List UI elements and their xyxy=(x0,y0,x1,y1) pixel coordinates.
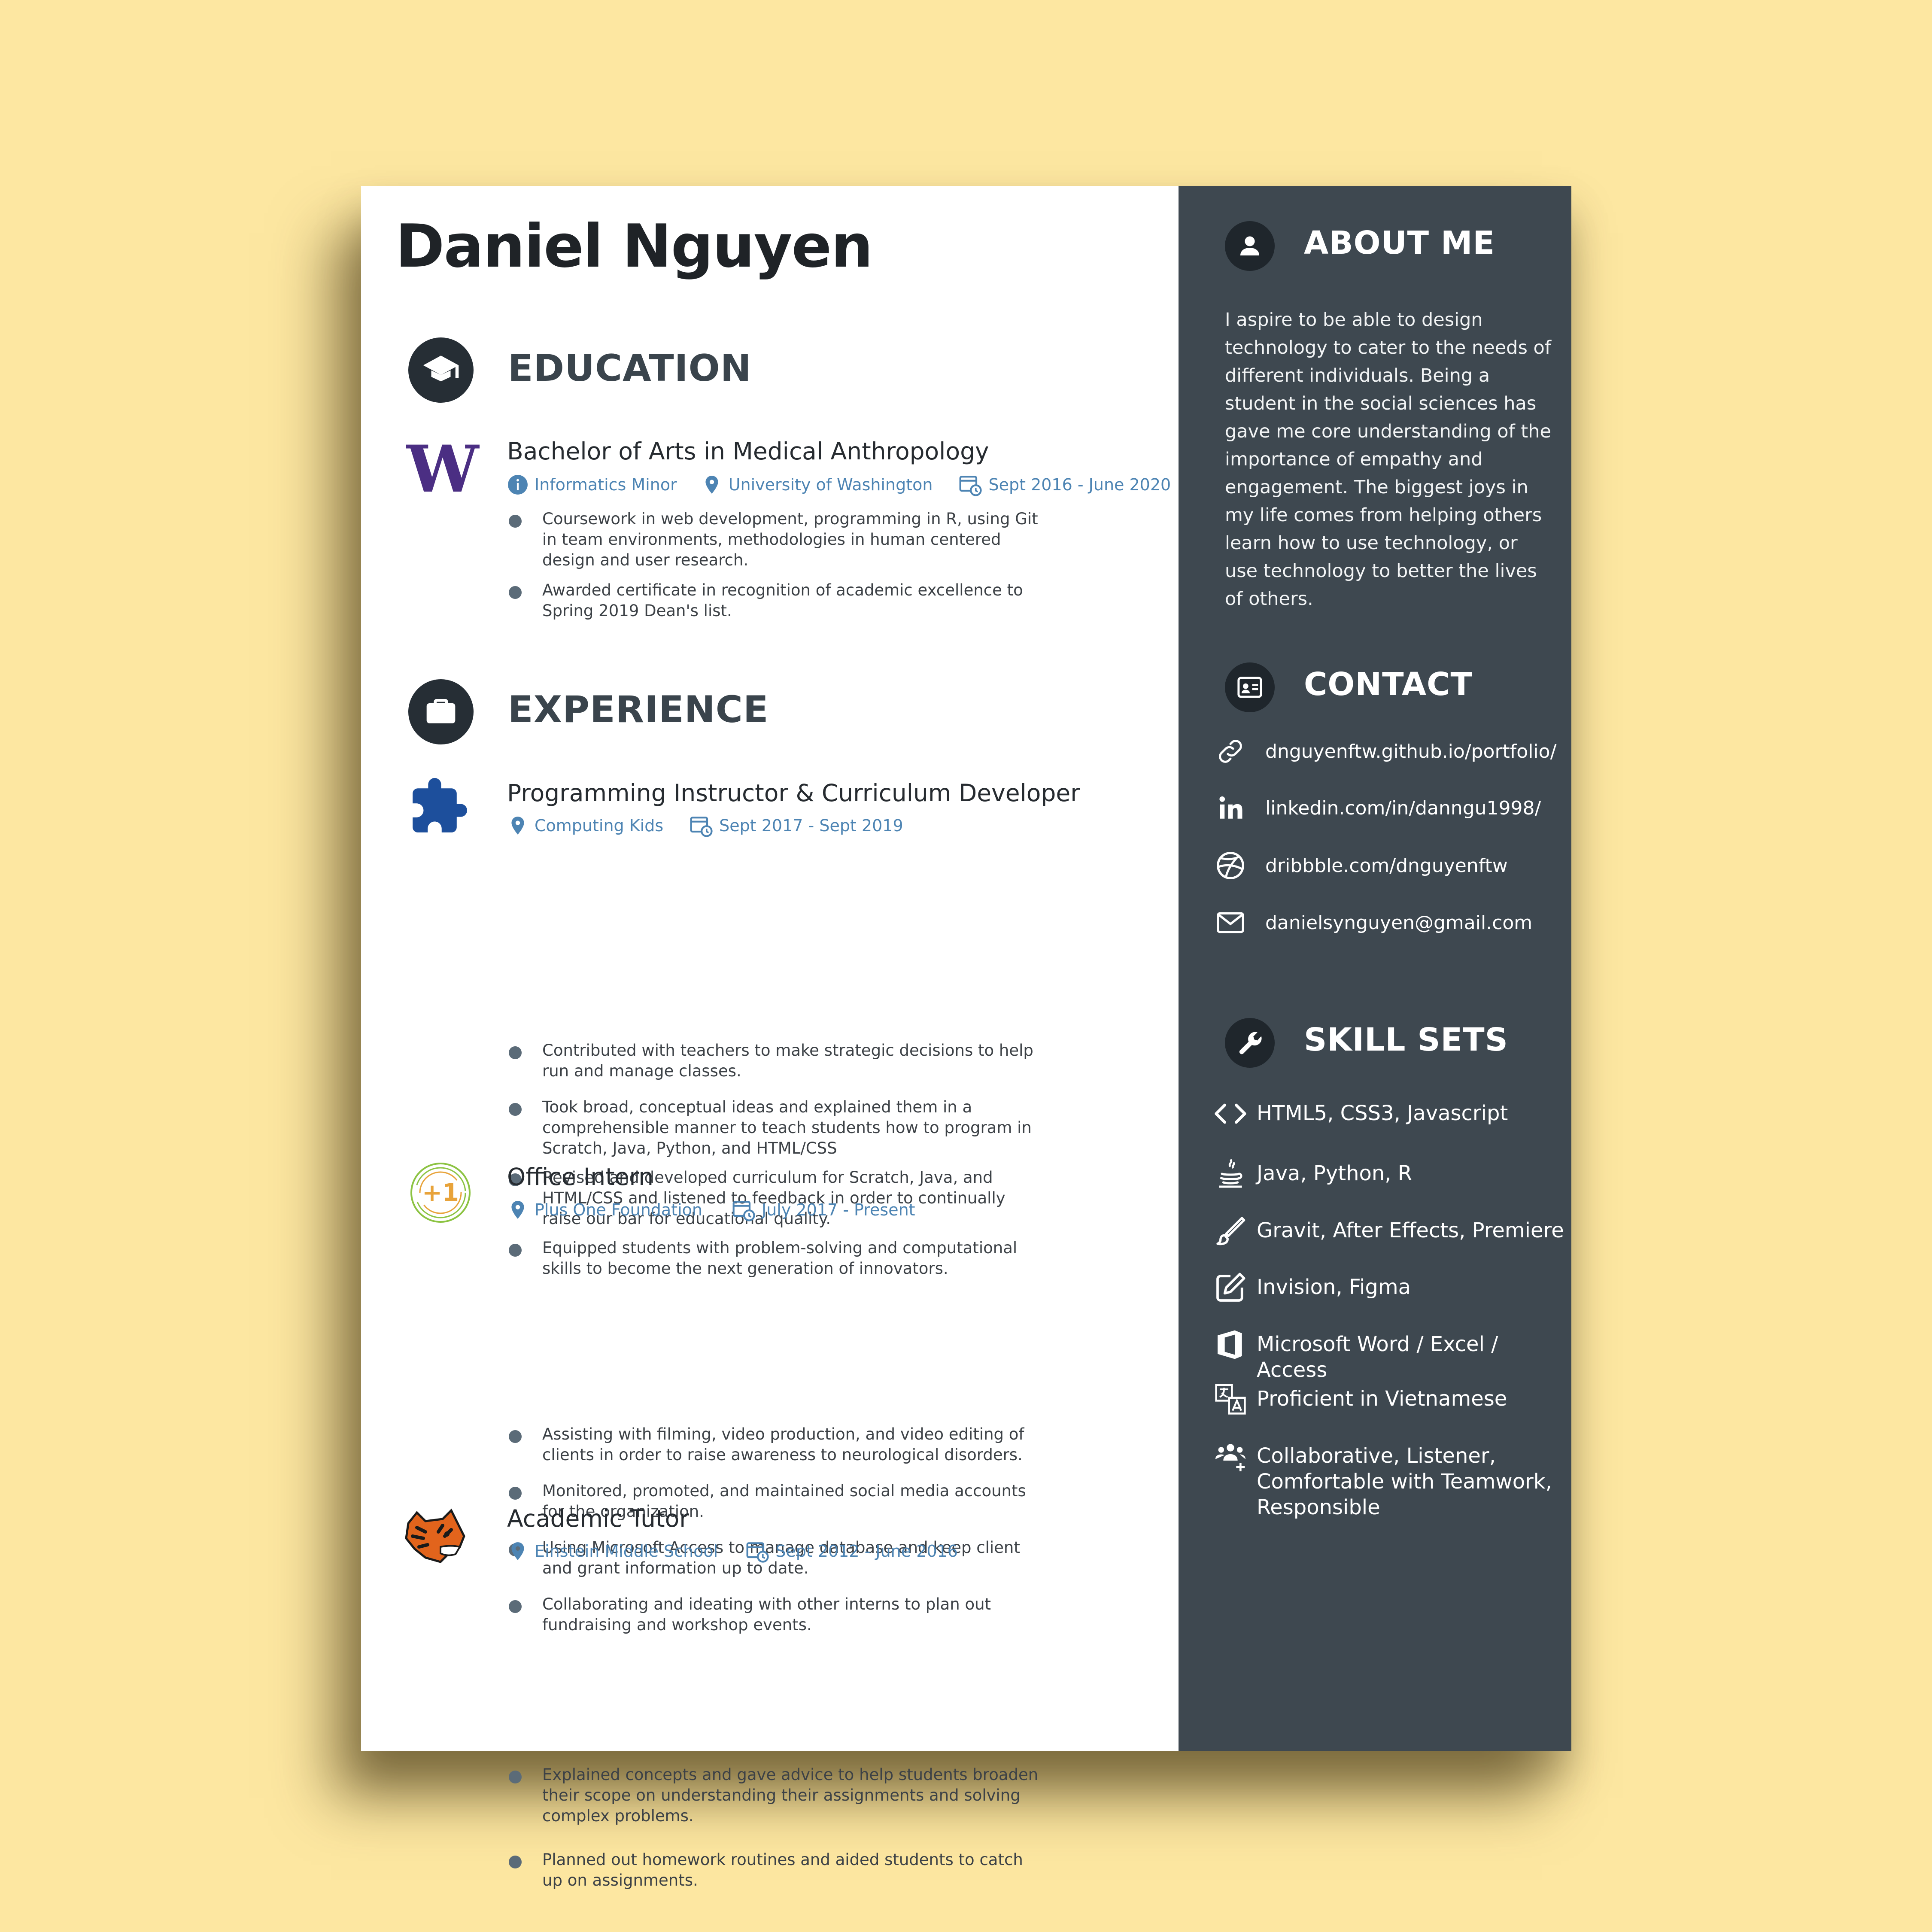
contact-title: CONTACT xyxy=(1304,666,1473,703)
location-pin-icon xyxy=(511,1542,524,1560)
list-item: Collaborating and ideating with other in… xyxy=(507,1594,1039,1635)
contact-item-linkedin[interactable]: linkedin.com/in/danngu1998/ xyxy=(1213,790,1541,826)
uw-logo: W xyxy=(406,431,479,507)
skill-text: Collaborative, Listener, Comfortable wit… xyxy=(1257,1444,1552,1519)
degree-meta: Informatics Minor University of Washingt… xyxy=(507,473,1171,497)
plus-one-logo: +1 xyxy=(408,1160,473,1225)
contact-item-website[interactable]: dnguyenftw.github.io/portfolio/ xyxy=(1213,734,1556,769)
linkedin-icon xyxy=(1213,790,1248,826)
degree-title: Bachelor of Arts in Medical Anthropology xyxy=(507,437,989,465)
location-pin-icon xyxy=(511,817,524,835)
code-icon xyxy=(1213,1096,1248,1131)
job-dates: July 2017 - Present xyxy=(762,1200,915,1219)
graduation-cap-icon xyxy=(408,337,474,403)
skill-item: HTML5, CSS3, Javascript xyxy=(1213,1100,1508,1131)
job-dates: Sept 2017 - Sept 2019 xyxy=(719,816,903,835)
list-item: Planned out homework routines and aided … xyxy=(507,1850,1039,1891)
list-item: Coursework in web development, programmi… xyxy=(507,509,1039,571)
puzzle-logo-icon xyxy=(406,774,471,838)
list-item: Equipped students with problem-solving a… xyxy=(507,1238,1039,1279)
contact-text: danielsynguyen@gmail.com xyxy=(1265,911,1533,934)
job-dates: Sept 2012 - June 2016 xyxy=(775,1542,958,1561)
job-meta: Computing Kids Sept 2017 - Sept 2019 xyxy=(507,814,903,838)
job-title: Academic Tutor xyxy=(507,1505,689,1532)
job-meta: Einstein Middle School Sept 2012 - June … xyxy=(507,1539,958,1563)
about-text: I aspire to be able to design technology… xyxy=(1225,309,1551,610)
calendar-clock-icon xyxy=(960,476,982,496)
link-icon xyxy=(1213,734,1248,769)
contact-item-email[interactable]: danielsynguyen@gmail.com xyxy=(1213,905,1532,940)
experience-title: EXPERIENCE xyxy=(508,688,769,731)
calendar-clock-icon xyxy=(690,817,713,837)
school-text: University of Washington xyxy=(728,475,933,494)
skill-text: Gravit, After Effects, Premiere xyxy=(1257,1218,1564,1242)
dribbble-icon xyxy=(1213,848,1248,883)
skill-text: Proficient in Vietnamese xyxy=(1257,1387,1507,1411)
list-item: Took broad, conceptual ideas and explain… xyxy=(507,1097,1039,1159)
employer-text: Computing Kids xyxy=(535,816,664,835)
list-item: Assisting with filming, video production… xyxy=(507,1424,1039,1465)
list-item: Contributed with teachers to make strate… xyxy=(507,1040,1039,1081)
job-title: Office Intern xyxy=(507,1163,654,1191)
edit-icon xyxy=(1213,1270,1248,1305)
contact-card-icon xyxy=(1225,662,1275,712)
calendar-clock-icon xyxy=(746,1542,769,1563)
skill-item: Collaborative, Listener, Comfortable wit… xyxy=(1213,1443,1565,1520)
sidebar: ABOUT ME I aspire to be able to design t… xyxy=(1179,186,1571,1751)
job-bullets: Explained concepts and gave advice to he… xyxy=(507,1765,1039,1891)
briefcase-icon xyxy=(408,679,474,744)
education-bullets: Coursework in web development, programmi… xyxy=(507,509,1039,621)
contact-text: linkedin.com/in/danngu1998/ xyxy=(1265,797,1541,819)
brush-icon xyxy=(1213,1213,1248,1249)
skill-item: Proficient in Vietnamese xyxy=(1213,1384,1507,1417)
skill-item: Microsoft Word / Excel / Access xyxy=(1213,1330,1571,1383)
envelope-icon xyxy=(1213,905,1248,940)
employer-text: Plus One Foundation xyxy=(535,1200,703,1219)
skill-item: Invision, Figma xyxy=(1213,1273,1411,1305)
info-icon xyxy=(508,475,528,495)
location-pin-icon xyxy=(705,476,718,494)
skills-title: SKILL SETS xyxy=(1304,1021,1508,1058)
main-column: Daniel Nguyen EDUCATION W Bachelor of Ar… xyxy=(361,186,1179,1889)
minor-text: Informatics Minor xyxy=(535,475,677,494)
skill-item: Gravit, After Effects, Premiere xyxy=(1213,1217,1564,1249)
skill-text: HTML5, CSS3, Javascript xyxy=(1257,1101,1508,1125)
location-pin-icon xyxy=(511,1201,524,1219)
about-title: ABOUT ME xyxy=(1304,225,1495,261)
employer-text: Einstein Middle School xyxy=(535,1542,718,1561)
skill-item: Java, Python, R xyxy=(1213,1159,1413,1191)
list-item: Explained concepts and gave advice to he… xyxy=(507,1765,1039,1826)
list-item: Awarded certificate in recognition of ac… xyxy=(507,580,1039,621)
resume-name: Daniel Nguyen xyxy=(395,212,873,281)
skill-text: Microsoft Word / Excel / Access xyxy=(1257,1332,1498,1382)
resume-page: Daniel Nguyen EDUCATION W Bachelor of Ar… xyxy=(361,186,1571,1889)
contact-text: dnguyenftw.github.io/portfolio/ xyxy=(1265,740,1557,762)
calendar-clock-icon xyxy=(732,1201,755,1221)
job-meta: Plus One Foundation July 2017 - Present xyxy=(507,1198,915,1222)
team-icon xyxy=(1213,1439,1248,1474)
skill-text: Java, Python, R xyxy=(1257,1161,1413,1185)
user-icon xyxy=(1225,221,1275,271)
contact-text: dribbble.com/dnguyenftw xyxy=(1265,854,1508,877)
translate-icon xyxy=(1213,1382,1248,1417)
tiger-logo-icon xyxy=(398,1504,471,1568)
degree-dates: Sept 2016 - June 2020 xyxy=(988,475,1171,494)
wrench-icon xyxy=(1225,1018,1275,1068)
education-title: EDUCATION xyxy=(508,347,752,390)
office-icon xyxy=(1213,1327,1248,1362)
java-icon xyxy=(1213,1156,1248,1191)
job-bullets: Contributed with teachers to make strate… xyxy=(507,1040,1039,1279)
contact-item-dribbble[interactable]: dribbble.com/dnguyenftw xyxy=(1213,848,1508,883)
job-title: Programming Instructor & Curriculum Deve… xyxy=(507,779,1080,807)
skill-text: Invision, Figma xyxy=(1257,1275,1411,1299)
